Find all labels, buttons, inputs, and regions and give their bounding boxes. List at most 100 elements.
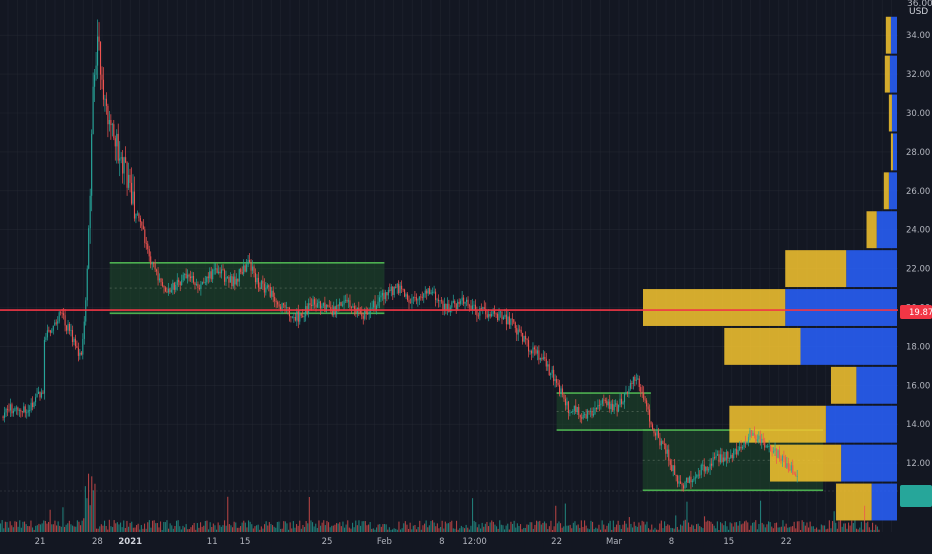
candle-body	[225, 277, 227, 282]
candle-body	[489, 314, 491, 317]
volume-bar	[73, 526, 75, 532]
volume-bar	[462, 527, 464, 532]
volume-bar	[414, 525, 416, 532]
x-tick-label: 28	[92, 537, 103, 547]
volume-bar	[523, 527, 525, 532]
candle-body	[153, 262, 155, 264]
volume-bar	[724, 521, 726, 532]
candle-body	[585, 414, 587, 419]
volume-bar	[384, 524, 386, 532]
y-tick-label: 14.00	[906, 420, 930, 430]
volume-bar	[697, 523, 699, 532]
volume-bar	[75, 526, 77, 532]
volume-bar	[777, 527, 779, 532]
volume-bar	[859, 527, 861, 532]
candle-body	[170, 289, 172, 293]
volume-bar	[878, 529, 880, 532]
candle-body	[215, 268, 217, 270]
volume-bar	[504, 529, 506, 532]
x-tick-label: 21	[35, 537, 46, 547]
volume-bar	[294, 527, 296, 532]
volume-bar	[534, 524, 536, 532]
volume-bar	[865, 522, 867, 532]
volume-bar	[118, 524, 120, 532]
volume-bar	[288, 529, 290, 532]
candle-body	[417, 299, 419, 301]
candle-body	[581, 417, 583, 419]
candle-body	[45, 337, 47, 341]
candle-body	[654, 433, 657, 436]
volume-bar	[470, 525, 472, 532]
volume-bar	[38, 523, 40, 532]
candle-body	[275, 301, 277, 303]
candle-body	[108, 119, 110, 125]
volume-bar	[784, 526, 786, 532]
candle-body	[383, 292, 385, 300]
volume-bar	[536, 520, 538, 532]
candle-body	[463, 297, 465, 304]
candle-body	[311, 304, 313, 307]
candle-body	[52, 325, 54, 331]
volume-bar	[680, 524, 682, 532]
volume-bar	[787, 527, 789, 532]
volume-bar	[380, 526, 382, 532]
candle-body	[83, 321, 85, 339]
candle-body	[604, 400, 606, 401]
volume-bar	[14, 521, 16, 532]
candle-body	[269, 286, 271, 297]
currency-label: USD	[909, 7, 928, 17]
candle-body	[409, 302, 412, 304]
volume-bar	[656, 529, 658, 532]
price-chart[interactable]: 36.00 USD 34.00 32.00 30.00 28.00 26.00 24.00…	[0, 0, 932, 550]
candle-body	[625, 392, 627, 393]
candle-body	[139, 218, 141, 222]
volume-bar	[360, 525, 362, 532]
volume-bar	[44, 520, 46, 532]
volume-bar	[747, 522, 749, 532]
volume-bar	[544, 521, 546, 532]
volume-bar	[91, 476, 93, 532]
volume-bar	[212, 523, 214, 532]
volume-bar	[753, 522, 755, 532]
volume-bar	[254, 526, 256, 532]
volume-bar	[712, 523, 714, 532]
volume-bar	[612, 520, 614, 532]
volume-bar	[572, 522, 574, 532]
volume-bar	[731, 523, 733, 532]
volume-bar	[20, 527, 22, 532]
candle-body	[49, 330, 51, 333]
volume-bar	[400, 529, 402, 532]
volume-bar	[238, 527, 240, 532]
volume-bar	[524, 527, 526, 532]
volume-bar	[873, 529, 875, 532]
volume-bar	[480, 528, 482, 532]
candle-body	[532, 347, 534, 354]
volume-bar	[438, 528, 440, 532]
chart-svg[interactable]: 36.00 USD 34.0032.0030.0028.0026.0024.00…	[0, 0, 932, 550]
volume-bar	[547, 529, 549, 532]
candle-body	[502, 317, 505, 319]
candle-body	[582, 414, 584, 419]
candle-body	[690, 476, 692, 483]
candle-body	[290, 316, 292, 318]
volume-bar	[204, 521, 206, 532]
candle-body	[476, 310, 478, 316]
candle-body	[545, 358, 547, 367]
volume-bar	[150, 527, 152, 532]
candle-body	[237, 278, 239, 282]
volume-bar	[216, 529, 218, 532]
profile-bar-down	[643, 289, 786, 326]
volume-bar	[633, 521, 635, 532]
volume-bar	[252, 528, 254, 532]
volume-bar	[246, 527, 248, 532]
candle-body	[635, 379, 637, 381]
volume-bar	[361, 521, 363, 532]
volume-bar	[441, 520, 443, 532]
volume-bar	[224, 520, 226, 532]
candle-body	[316, 303, 319, 308]
candle-body	[694, 477, 696, 479]
volume-bar	[449, 521, 451, 532]
volume-bar	[595, 527, 597, 532]
volume-bar	[312, 522, 314, 532]
volume-bar	[500, 524, 502, 532]
